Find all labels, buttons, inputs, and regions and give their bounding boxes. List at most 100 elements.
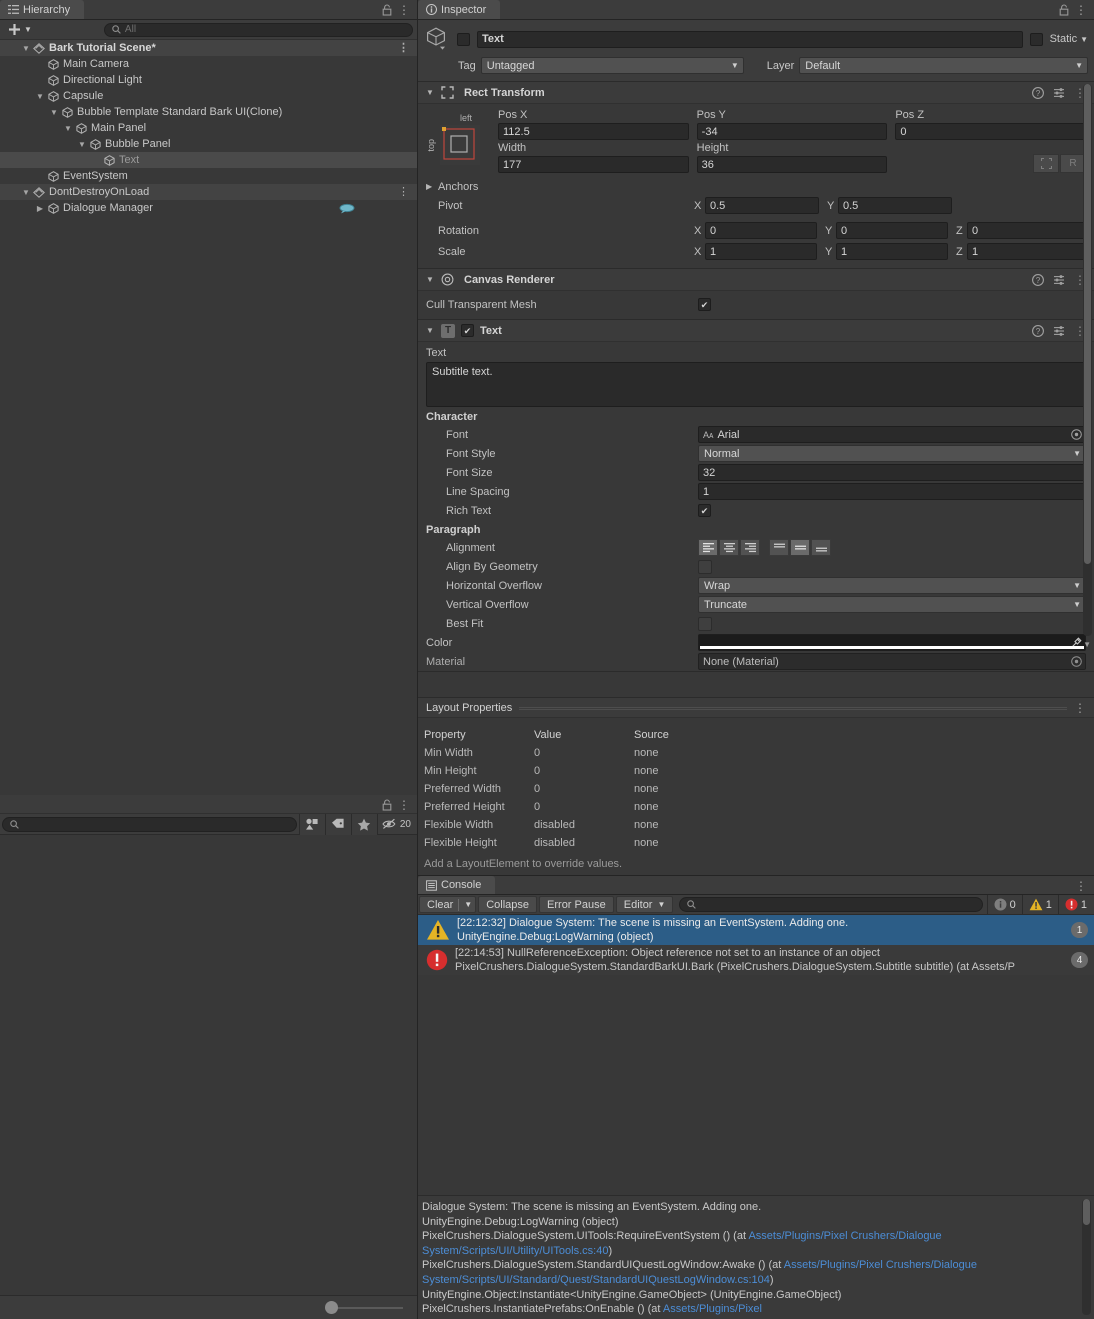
color-swatch-field[interactable]: [698, 634, 1086, 651]
foldout-arrow-icon[interactable]: ▼: [426, 88, 435, 97]
blueprint-mode-button[interactable]: [1033, 154, 1060, 173]
create-object-button[interactable]: ▼: [4, 23, 36, 36]
horizontal-overflow-dropdown[interactable]: Wrap ▼: [698, 577, 1086, 594]
stacktrace-scrollbar-thumb[interactable]: [1083, 1199, 1090, 1225]
hierarchy-row[interactable]: ▼ Main Panel: [0, 120, 417, 136]
foldout-arrow-icon[interactable]: ▼: [426, 275, 435, 284]
static-checkbox[interactable]: [1029, 32, 1043, 46]
align-top-button[interactable]: [769, 539, 789, 556]
help-icon[interactable]: ?: [1032, 273, 1044, 286]
console-entry-list[interactable]: [22:12:32] Dialogue System: The scene is…: [418, 915, 1094, 975]
help-icon[interactable]: ?: [1032, 324, 1044, 337]
warning-counter[interactable]: 1: [1021, 894, 1058, 915]
chevron-down-icon[interactable]: ▼: [62, 124, 74, 133]
rich-text-checkbox[interactable]: [698, 504, 711, 517]
text-value-textarea[interactable]: Subtitle text.: [426, 362, 1086, 407]
chevron-down-icon[interactable]: ▼: [48, 108, 60, 117]
tab-console[interactable]: Console: [418, 876, 496, 894]
align-right-button[interactable]: [740, 539, 760, 556]
console-menu-icon[interactable]: ⋮: [1075, 880, 1087, 892]
scale-x-input[interactable]: 1: [705, 243, 817, 260]
console-search-input[interactable]: [679, 897, 983, 912]
help-icon[interactable]: ?: [1032, 86, 1044, 99]
preset-icon[interactable]: [1053, 274, 1065, 286]
scene-menu-icon[interactable]: ⋮: [398, 186, 409, 197]
font-size-input[interactable]: 32: [698, 464, 1086, 481]
stacktrace-link[interactable]: Assets/Plugins/Pixel: [663, 1303, 762, 1315]
hierarchy-row[interactable]: ▼ Bubble Panel: [0, 136, 417, 152]
console-entry[interactable]: [22:14:53] NullReferenceException: Objec…: [418, 945, 1094, 975]
inspector-scrollbar-thumb[interactable]: [1084, 84, 1091, 564]
layout-properties-menu-icon[interactable]: ⋮: [1074, 702, 1086, 714]
layer-dropdown[interactable]: Default ▼: [799, 57, 1088, 74]
height-input[interactable]: 36: [696, 156, 888, 173]
tag-dropdown[interactable]: Untagged ▼: [480, 57, 744, 74]
hierarchy-row[interactable]: EventSystem: [0, 168, 417, 184]
hierarchy-row[interactable]: Directional Light: [0, 72, 417, 88]
editor-dropdown-button[interactable]: Editor ▼: [615, 896, 674, 913]
align-middle-button[interactable]: [790, 539, 810, 556]
best-fit-checkbox[interactable]: [698, 616, 712, 631]
anchor-preset-widget[interactable]: left top: [426, 109, 498, 173]
align-by-geometry-checkbox[interactable]: [698, 559, 712, 574]
cull-transparent-mesh-checkbox[interactable]: [698, 298, 711, 311]
lock-icon[interactable]: [382, 798, 392, 811]
lock-icon[interactable]: [1059, 3, 1069, 16]
object-active-checkbox[interactable]: [457, 32, 470, 46]
inspector-scrollbar[interactable]: [1083, 84, 1092, 636]
hierarchy-row[interactable]: Main Camera: [0, 56, 417, 72]
rect-transform-header[interactable]: ▼ Rect Transform ? ⋮: [418, 82, 1094, 104]
hierarchy-menu-icon[interactable]: ⋮: [398, 4, 410, 16]
canvas-renderer-header[interactable]: ▼ Canvas Renderer ? ⋮: [418, 269, 1094, 291]
console-entry[interactable]: [22:12:32] Dialogue System: The scene is…: [418, 915, 1094, 945]
chevron-down-icon[interactable]: ▼: [34, 92, 46, 101]
anchors-foldout-arrow-icon[interactable]: ▶: [426, 182, 438, 191]
tab-inspector[interactable]: Inspector: [418, 0, 501, 19]
favorite-star-icon[interactable]: [350, 813, 377, 835]
zoom-slider-knob[interactable]: [325, 1300, 338, 1314]
hierarchy-tree[interactable]: ▼ Bark Tutorial Scene* ⋮ Main Camera Directi…: [0, 40, 417, 795]
clear-button[interactable]: Clear ▼: [419, 896, 477, 913]
collapse-button[interactable]: Collapse: [478, 896, 538, 913]
preset-icon[interactable]: [1053, 87, 1065, 99]
vertical-overflow-dropdown[interactable]: Truncate ▼: [698, 596, 1086, 613]
inspector-menu-icon[interactable]: ⋮: [1075, 4, 1087, 16]
console-empty-area[interactable]: [418, 974, 1094, 1195]
align-left-button[interactable]: [698, 539, 718, 556]
project-search-input[interactable]: [2, 816, 297, 832]
label-filter-icon[interactable]: [324, 813, 351, 835]
project-menu-icon[interactable]: ⋮: [398, 799, 410, 811]
chevron-down-icon[interactable]: ▼: [76, 140, 88, 149]
material-object-field[interactable]: None (Material): [698, 653, 1086, 670]
scale-y-input[interactable]: 1: [836, 243, 948, 260]
layout-properties-header[interactable]: Layout Properties ⋮: [418, 698, 1094, 718]
lock-icon[interactable]: [382, 3, 392, 16]
font-style-dropdown[interactable]: Normal ▼: [698, 445, 1086, 462]
object-picker-icon[interactable]: [1071, 656, 1082, 667]
chevron-right-icon[interactable]: ▶: [34, 204, 46, 213]
pivot-y-input[interactable]: 0.5: [838, 197, 952, 214]
asset-filter-icon[interactable]: [298, 813, 325, 835]
hierarchy-row[interactable]: ▶ Dialogue Manager: [0, 200, 417, 216]
error-pause-button[interactable]: Error Pause: [539, 896, 614, 913]
align-bottom-button[interactable]: [811, 539, 831, 556]
chevron-down-icon[interactable]: ▼: [20, 188, 32, 197]
project-zoom-slider[interactable]: [325, 1300, 403, 1315]
rotation-y-input[interactable]: 0: [836, 222, 948, 239]
anchors-foldout-row[interactable]: ▶ Anchors: [426, 177, 1086, 196]
pos-x-input[interactable]: 112.5: [498, 123, 689, 140]
hierarchy-row[interactable]: ▼ Bubble Template Standard Bark UI(Clone): [0, 104, 417, 120]
scale-z-input[interactable]: 1: [967, 243, 1086, 260]
static-dropdown[interactable]: Static ▼: [1050, 33, 1088, 45]
width-input[interactable]: 177: [498, 156, 689, 173]
text-component-enabled-checkbox[interactable]: [461, 324, 474, 337]
hierarchy-search-input[interactable]: All: [103, 22, 413, 37]
anchor-preset-icon[interactable]: [438, 123, 482, 167]
align-center-button[interactable]: [719, 539, 739, 556]
console-stacktrace-detail[interactable]: Dialogue System: The scene is missing an…: [418, 1195, 1094, 1319]
hierarchy-row[interactable]: ▼ Capsule: [0, 88, 417, 104]
line-spacing-input[interactable]: 1: [698, 483, 1086, 500]
scroll-down-arrow-icon[interactable]: ▼: [1083, 640, 1091, 649]
error-counter[interactable]: 1: [1057, 894, 1093, 915]
foldout-arrow-icon[interactable]: ▼: [426, 326, 435, 335]
